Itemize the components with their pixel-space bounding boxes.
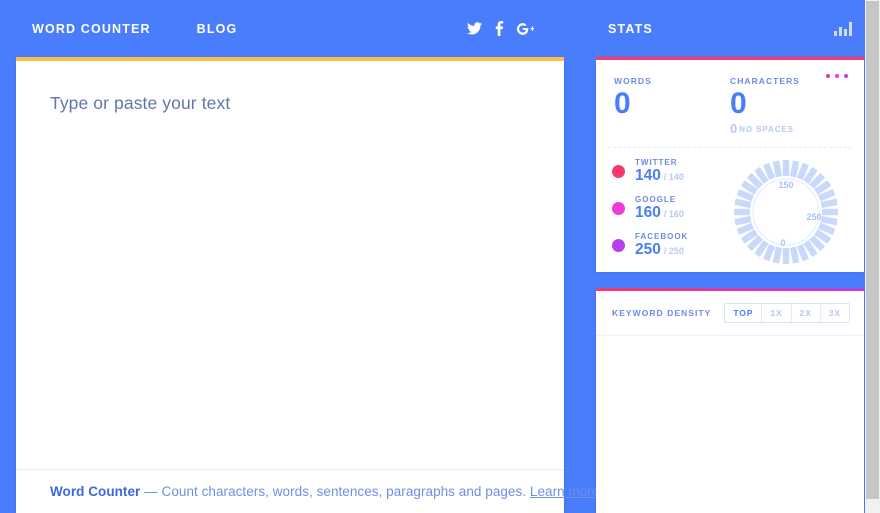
main-nav: WORD COUNTER BLOG [32, 22, 237, 36]
twitter-icon[interactable] [467, 22, 482, 35]
limit-value-row: 160/ 160 [635, 204, 684, 222]
characters-value: 0 [730, 87, 747, 120]
keyword-toggle-top[interactable]: TOP [725, 304, 763, 322]
page-scrollbar[interactable] [865, 0, 880, 513]
characters-no-spaces: 0 NO SPACES [730, 121, 846, 136]
limit-text: TWITTER 140/ 140 [635, 158, 684, 185]
gauge-tick [736, 189, 754, 202]
stats-column: STATS WORDS 0 CHARACTERS 0 0 NO SPACES T… [580, 0, 880, 513]
social-limits-list: TWITTER 140/ 140 GOOGLE 160/ 160 FACEBOOK 250… [596, 158, 724, 269]
keyword-density-title: KEYWORD DENSITY [612, 308, 712, 318]
limit-value: 140 [635, 167, 661, 184]
limit-dot-facebook [612, 239, 625, 252]
keyword-toggle-3x[interactable]: 3X [820, 304, 849, 322]
gauge-tick [820, 198, 838, 209]
keyword-density-list [596, 336, 864, 513]
limit-row: TWITTER 140/ 140 [612, 158, 724, 185]
stats-title: STATS [608, 21, 653, 36]
gauge-tick [763, 244, 776, 262]
editor-footer: Word Counter — Count characters, words, … [16, 469, 599, 513]
keyword-density-header: KEYWORD DENSITY TOP 1X 2X 3X [596, 291, 864, 336]
gauge-label-top: 150 [778, 180, 793, 190]
gauge-tick [820, 215, 838, 226]
words-block: WORDS 0 [614, 76, 730, 143]
stats-body: TWITTER 140/ 140 GOOGLE 160/ 160 FACEBOOK 250… [596, 148, 864, 269]
gauge-tick [763, 162, 776, 180]
social-links [467, 21, 534, 36]
bar-chart-bar-3 [844, 28, 847, 36]
nav-link-word-counter[interactable]: WORD COUNTER [32, 22, 151, 36]
limit-value-row: 140/ 140 [635, 167, 684, 185]
gauge-tick [734, 198, 752, 209]
limit-value-row: 250/ 250 [635, 241, 688, 259]
characters-block: CHARACTERS 0 0 NO SPACES [730, 76, 846, 143]
page-scrollbar-thumb[interactable] [866, 1, 879, 499]
limit-row: FACEBOOK 250/ 250 [612, 232, 724, 259]
words-label: WORDS [614, 76, 652, 86]
stats-header: STATS [580, 0, 880, 57]
gauge-tick [772, 246, 783, 264]
googleplus-icon[interactable] [517, 22, 534, 36]
gauge-tick [736, 222, 754, 235]
facebook-icon[interactable] [495, 21, 504, 36]
limit-value: 160 [635, 204, 661, 221]
menu-dot-1 [826, 74, 830, 78]
bar-chart-bar-2 [839, 26, 842, 36]
editor-placeholder: Type or paste your text [50, 93, 231, 113]
gauge-tick [818, 189, 836, 202]
editor-column: WORD COUNTER BLOG Type or paste your tex… [0, 0, 599, 513]
menu-dot-3 [844, 74, 848, 78]
gauge-wrap: 150 250 0 [724, 158, 864, 266]
menu-dot-2 [835, 74, 839, 78]
site-header: WORD COUNTER BLOG [0, 0, 580, 57]
limit-name: GOOGLE [635, 195, 677, 204]
no-spaces-label: NO SPACES [739, 124, 794, 134]
gauge-label-bottom: 0 [780, 238, 785, 248]
footer-brand: Word Counter [50, 484, 141, 499]
limit-value: 250 [635, 241, 661, 258]
bar-chart-bar-1 [834, 30, 837, 36]
keyword-toggle-1x[interactable]: 1X [762, 304, 792, 322]
limit-row: GOOGLE 160/ 160 [612, 195, 724, 222]
gauge-label-right: 250 [806, 212, 821, 222]
gauge-ticks [734, 160, 838, 264]
character-limit-gauge: 150 250 0 [734, 160, 838, 264]
limit-max: / 250 [663, 246, 684, 256]
gauge-tick [789, 246, 800, 264]
stats-options-menu[interactable] [826, 74, 848, 78]
nav-link-blog[interactable]: BLOG [197, 22, 238, 36]
limit-max: / 160 [663, 209, 684, 219]
limit-text: GOOGLE 160/ 160 [635, 195, 684, 222]
twitter-glyph [467, 22, 482, 35]
bar-chart-bar-4 [849, 21, 852, 36]
gauge-tick [772, 160, 783, 178]
limit-dot-google [612, 202, 625, 215]
limit-name: TWITTER [635, 158, 678, 167]
limit-text: FACEBOOK 250/ 250 [635, 232, 688, 259]
limit-name: FACEBOOK [635, 232, 689, 241]
words-value: 0 [614, 87, 631, 120]
stats-card: WORDS 0 CHARACTERS 0 0 NO SPACES TWITTER… [596, 57, 864, 272]
gauge-tick [796, 162, 809, 180]
footer-description: Count characters, words, sentences, para… [161, 484, 527, 499]
bar-chart-icon[interactable] [834, 21, 852, 36]
counts-row: WORDS 0 CHARACTERS 0 0 NO SPACES [596, 60, 864, 143]
gauge-tick [796, 244, 809, 262]
gauge-tick [734, 215, 752, 226]
footer-dash: — [144, 484, 158, 499]
keyword-density-card: KEYWORD DENSITY TOP 1X 2X 3X [596, 288, 864, 513]
text-editor-input[interactable]: Type or paste your text [16, 61, 564, 469]
gauge-tick [818, 222, 836, 235]
limit-dot-twitter [612, 165, 625, 178]
app-root: WORD COUNTER BLOG Type or paste your tex… [0, 0, 880, 513]
limit-max: / 140 [663, 172, 684, 182]
keyword-density-toggle-group: TOP 1X 2X 3X [724, 303, 850, 323]
keyword-toggle-2x[interactable]: 2X [791, 304, 821, 322]
text-editor-card: Type or paste your text Word Counter — C… [16, 57, 599, 513]
gauge-tick [789, 160, 800, 178]
facebook-glyph [495, 21, 504, 36]
googleplus-glyph [517, 22, 534, 35]
no-spaces-value: 0 [730, 120, 738, 136]
